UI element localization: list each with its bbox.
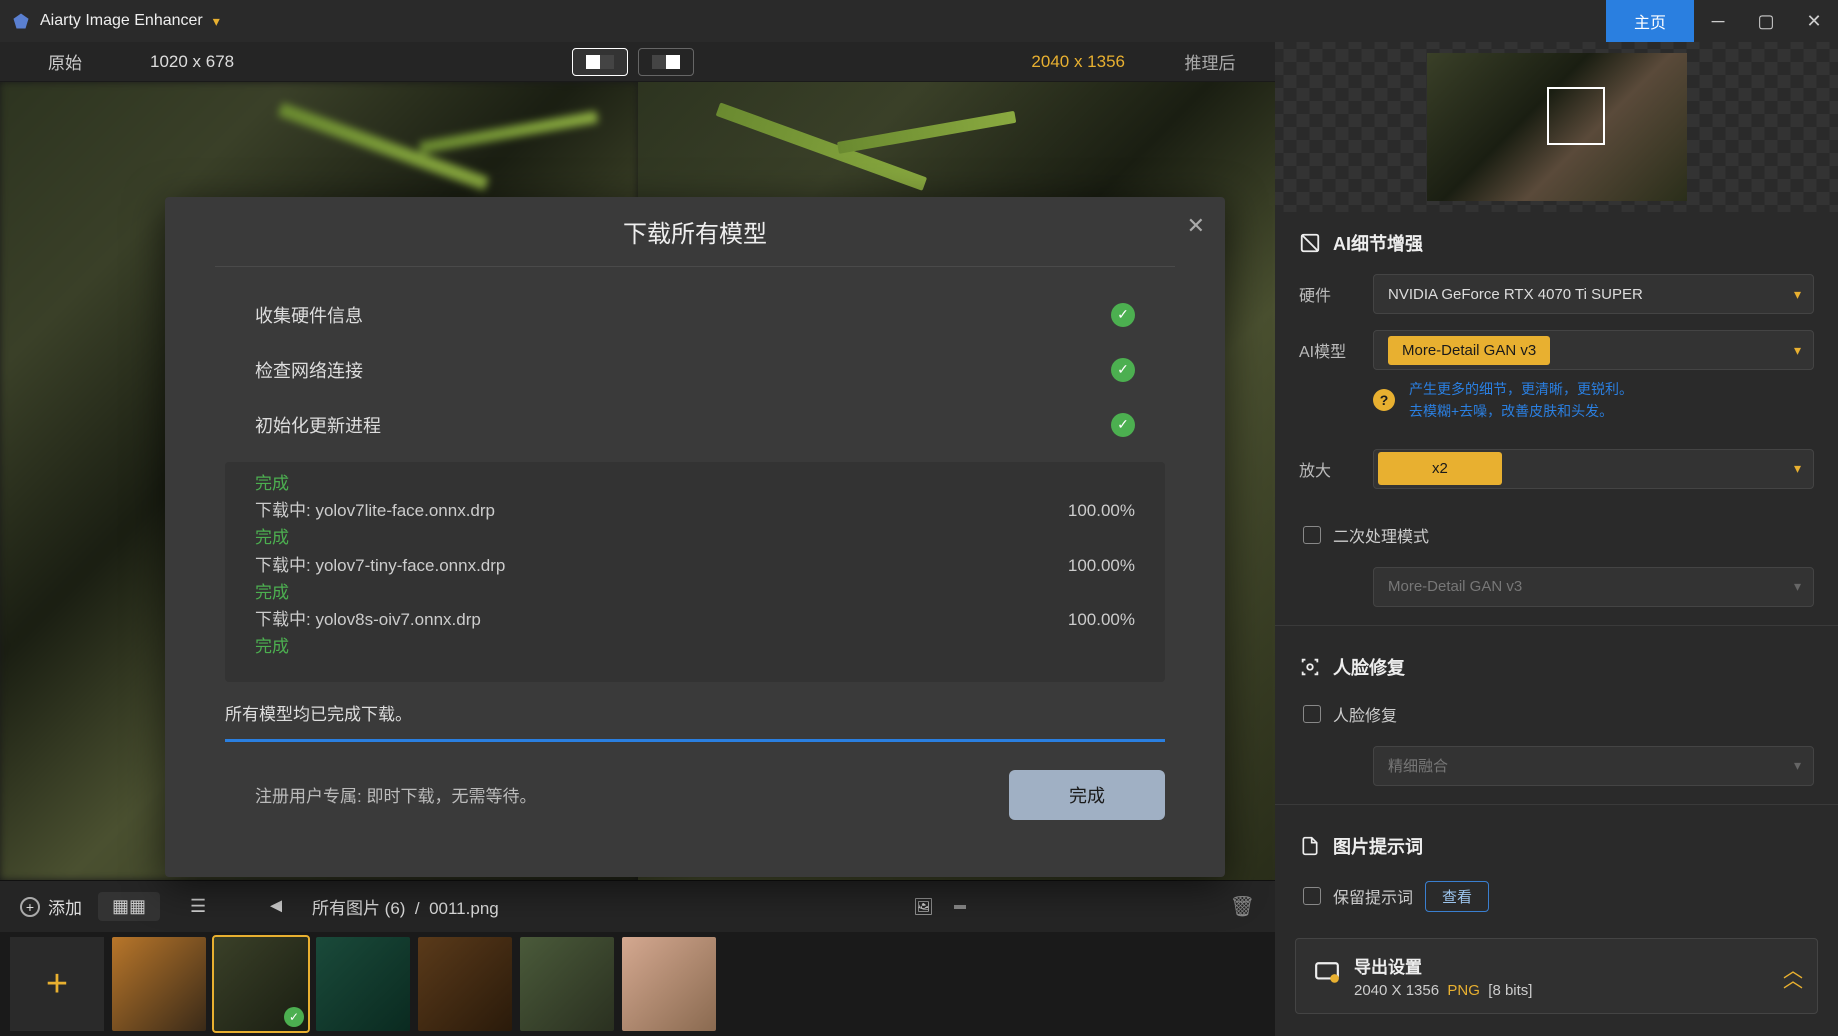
expand-icon[interactable]: ︿︿ <box>1783 966 1799 986</box>
scale-select[interactable]: x2▾ <box>1373 449 1814 489</box>
output-dimensions: 2040 x 1356 <box>1011 52 1145 72</box>
thumbnail-strip: + ✓ <box>0 932 1275 1036</box>
zoom-icon: 🖼 <box>913 897 933 917</box>
plus-icon: + <box>20 897 40 917</box>
list-view-icon[interactable]: ☰ <box>176 892 220 921</box>
model-hint: 产生更多的细节，更清晰，更锐利。 <box>1409 378 1814 400</box>
model-label: AI模型 <box>1299 338 1359 362</box>
face-restore-label: 人脸修复 <box>1333 702 1397 726</box>
split-view-button[interactable] <box>572 48 628 76</box>
app-title: Aiarty Image Enhancer <box>40 12 203 30</box>
check-update: 初始化更新进程 <box>255 412 1111 438</box>
thumbnail[interactable] <box>316 937 410 1031</box>
log-done: 完成 <box>255 470 289 497</box>
log-file: 下载中: yolov7-tiny-face.onnx.drp <box>255 552 1068 579</box>
add-button[interactable]: +添加 <box>20 894 82 919</box>
thumbnail[interactable] <box>520 937 614 1031</box>
export-title: 导出设置 <box>1354 953 1769 978</box>
chevron-down-icon: ▾ <box>1794 460 1801 477</box>
thumbnail[interactable]: ✓ <box>214 937 308 1031</box>
app-logo-icon <box>12 12 30 30</box>
home-button[interactable]: 主页 <box>1606 0 1694 43</box>
keep-prompt-label: 保留提示词 <box>1333 884 1413 908</box>
after-label: 推理后 <box>1145 49 1275 74</box>
log-done: 完成 <box>255 524 289 551</box>
dialog-done-button[interactable]: 完成 <box>1009 770 1165 820</box>
original-dimensions: 1020 x 678 <box>130 52 254 72</box>
titlebar: Aiarty Image Enhancer ▾ 主页 ─ ▢ ✕ <box>0 0 1838 42</box>
check-network: 检查网络连接 <box>255 357 1111 383</box>
navigator-viewport[interactable] <box>1547 87 1605 145</box>
sidebar: AI细节增强 硬件 NVIDIA GeForce RTX 4070 Ti SUP… <box>1275 42 1838 1036</box>
thumbnail[interactable] <box>622 937 716 1031</box>
secondary-model-select: More-Detail GAN v3▾ <box>1373 567 1814 607</box>
download-models-dialog: 下载所有模型 ✕ 收集硬件信息✓ 检查网络连接✓ 初始化更新进程✓ 完成 下载中… <box>165 197 1225 877</box>
view-toggle <box>572 48 694 76</box>
log-pct: 100.00% <box>1068 497 1135 524</box>
log-file: 下载中: yolov7lite-face.onnx.drp <box>255 497 1068 524</box>
check-icon: ✓ <box>1111 358 1135 382</box>
enhance-icon <box>1299 232 1321 254</box>
delete-button[interactable]: 🗑 <box>1230 894 1255 919</box>
export-detail: 2040 X 1356 PNG [8 bits] <box>1354 982 1769 999</box>
original-label: 原始 <box>0 49 130 74</box>
hardware-select[interactable]: NVIDIA GeForce RTX 4070 Ti SUPER▾ <box>1373 274 1814 314</box>
thumbnail[interactable] <box>418 937 512 1031</box>
top-info-bar: 原始 1020 x 678 2040 x 1356 推理后 <box>0 42 1275 82</box>
grid-view-icon[interactable]: ▦▦ <box>98 892 160 921</box>
dialog-checklist: 收集硬件信息✓ 检查网络连接✓ 初始化更新进程✓ <box>165 267 1225 462</box>
add-thumbnail-button[interactable]: + <box>10 937 104 1031</box>
chevron-down-icon: ▾ <box>1794 578 1801 595</box>
dialog-close-button[interactable]: ✕ <box>1187 213 1205 239</box>
secondary-mode-label: 二次处理模式 <box>1333 523 1429 547</box>
log-file: 下载中: yolov8s-oiv7.onnx.drp <box>255 606 1068 633</box>
keep-prompt-checkbox[interactable] <box>1303 887 1321 905</box>
section-prompt: 图片提示词 <box>1275 815 1838 869</box>
breadcrumb[interactable]: 所有图片 (6) / 0011.png <box>312 894 499 919</box>
thumbnail[interactable] <box>112 937 206 1031</box>
check-icon: ✓ <box>1111 303 1135 327</box>
face-restore-checkbox[interactable] <box>1303 705 1321 723</box>
check-icon: ✓ <box>1111 413 1135 437</box>
face-mode-select: 精细融合▾ <box>1373 746 1814 786</box>
export-icon <box>1314 960 1340 991</box>
zoom-slider[interactable] <box>954 905 966 909</box>
log-done: 完成 <box>255 579 289 606</box>
check-hardware: 收集硬件信息 <box>255 302 1111 328</box>
app-menu-chevron-icon[interactable]: ▾ <box>213 13 220 30</box>
model-select[interactable]: More-Detail GAN v3▾ <box>1373 330 1814 370</box>
hardware-label: 硬件 <box>1299 282 1359 306</box>
chevron-down-icon: ▾ <box>1794 757 1801 774</box>
secondary-mode-checkbox[interactable] <box>1303 526 1321 544</box>
register-note: 注册用户专属: 即时下载，无需等待。 <box>255 782 1009 807</box>
minimize-button[interactable]: ─ <box>1694 0 1742 42</box>
maximize-button[interactable]: ▢ <box>1742 0 1790 42</box>
section-ai-detail: AI细节增强 <box>1275 212 1838 266</box>
log-pct: 100.00% <box>1068 552 1135 579</box>
side-view-button[interactable] <box>638 48 694 76</box>
download-log: 完成 下载中: yolov7lite-face.onnx.drp100.00% … <box>225 462 1165 682</box>
chevron-down-icon: ▾ <box>1794 342 1801 359</box>
chevron-down-icon: ▾ <box>1794 286 1801 303</box>
log-done: 完成 <box>255 633 289 660</box>
log-pct: 100.00% <box>1068 606 1135 633</box>
scale-label: 放大 <box>1299 457 1359 481</box>
prompt-icon <box>1299 835 1321 857</box>
close-button[interactable]: ✕ <box>1790 0 1838 42</box>
footer-bar: +添加 ▦▦ ☰ ◄ 所有图片 (6) / 0011.png 🖼 🗑 <box>0 880 1275 932</box>
view-prompt-button[interactable]: 查看 <box>1425 881 1489 912</box>
face-icon <box>1299 656 1321 678</box>
all-complete-text: 所有模型均已完成下载。 <box>225 700 1165 725</box>
section-face-restore: 人脸修复 <box>1275 636 1838 690</box>
dialog-title: 下载所有模型 <box>623 214 767 249</box>
navigator-thumbnail[interactable] <box>1275 42 1838 212</box>
help-icon[interactable]: ? <box>1373 389 1395 411</box>
check-icon: ✓ <box>284 1007 304 1027</box>
model-hint: 去模糊+去噪，改善皮肤和头发。 <box>1409 400 1814 422</box>
export-settings[interactable]: 导出设置 2040 X 1356 PNG [8 bits] ︿︿ <box>1295 938 1818 1014</box>
main-area: 原始 1020 x 678 2040 x 1356 推理后 <box>0 42 1275 1036</box>
nav-back-icon[interactable]: ◄ <box>266 895 286 918</box>
